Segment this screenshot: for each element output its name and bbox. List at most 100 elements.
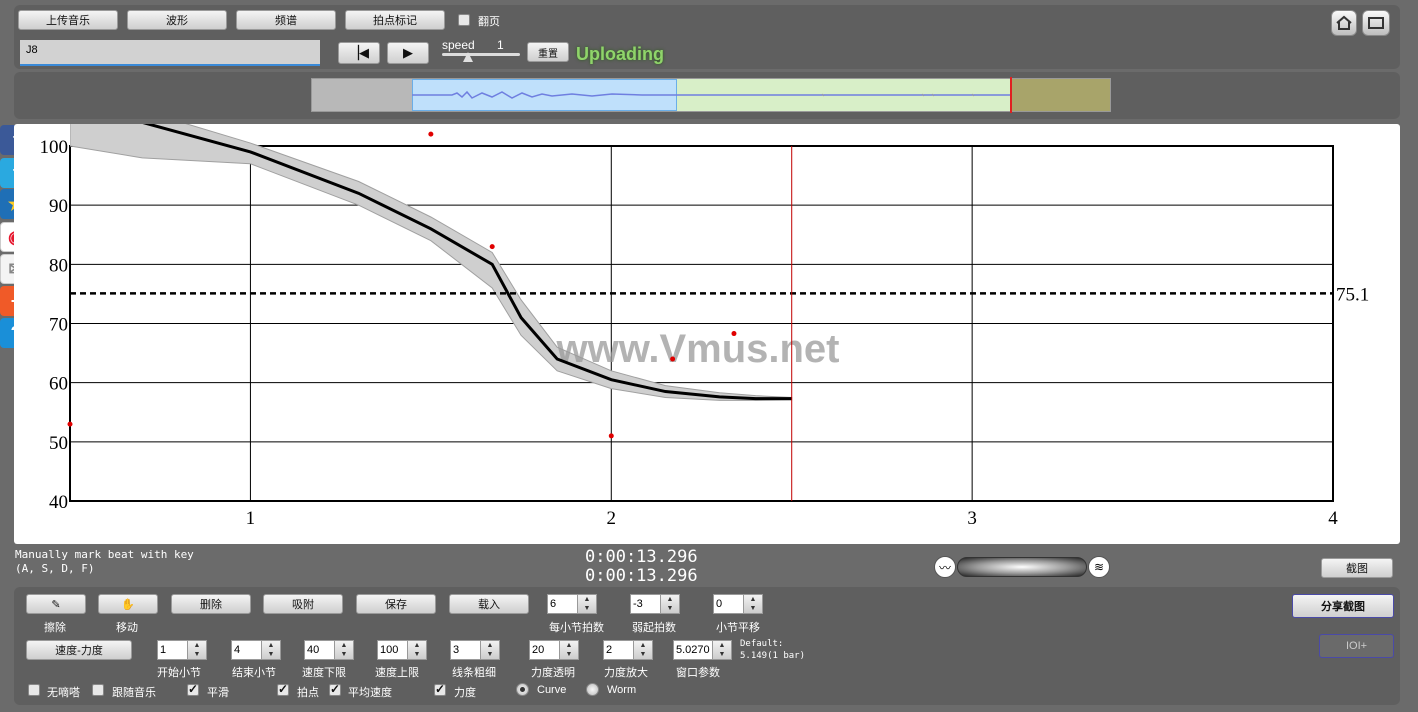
default-line-1: Default:: [740, 639, 784, 649]
home-icon: [1336, 15, 1352, 30]
stepper-down-icon[interactable]: ▼: [584, 605, 591, 612]
stepper-down-icon[interactable]: ▼: [667, 605, 674, 612]
stepper-up-icon[interactable]: ▲: [667, 596, 674, 603]
x-tick-label: 1: [246, 508, 256, 529]
page-turn-label: 翻页: [478, 16, 500, 28]
waveform-zoom-in-icon[interactable]: ≋: [1088, 556, 1110, 578]
dynamics-label: 力度: [454, 687, 476, 699]
upload-music-button[interactable]: 上传音乐: [18, 10, 118, 30]
play-icon: ▶: [403, 45, 413, 60]
stepper-up-icon[interactable]: ▲: [750, 596, 757, 603]
fullscreen-button[interactable]: [1362, 10, 1390, 36]
curve-label: Curve: [537, 684, 567, 696]
tempo-max-value[interactable]: 100: [377, 640, 408, 660]
stepper-down-icon[interactable]: ▼: [268, 651, 275, 658]
dyn-transparency-stepper[interactable]: 20 ▲ ▼: [529, 640, 579, 660]
tempo-chart[interactable]: 40 50 60 70 80 90 100 1 2 3 4 www.Vmus.net 75.1: [14, 124, 1400, 544]
watermark: www.Vmus.net: [555, 327, 839, 371]
worm-radio[interactable]: [586, 683, 599, 696]
delete-button[interactable]: 删除: [171, 594, 251, 614]
tempo-min-value[interactable]: 40: [304, 640, 335, 660]
start-bar-stepper[interactable]: 1 ▲ ▼: [157, 640, 207, 660]
stepper-up-icon[interactable]: ▲: [414, 642, 421, 649]
stepper-up-icon[interactable]: ▲: [487, 642, 494, 649]
end-bar-stepper[interactable]: 4 ▲ ▼: [231, 640, 281, 660]
speed-slider-thumb[interactable]: [463, 52, 473, 62]
stepper-down-icon[interactable]: ▼: [194, 651, 201, 658]
line-width-stepper[interactable]: 3 ▲ ▼: [450, 640, 500, 660]
pickup-stepper[interactable]: -3 ▲ ▼: [630, 594, 680, 614]
spectrum-button[interactable]: 频谱: [236, 10, 336, 30]
load-button[interactable]: 载入: [449, 594, 529, 614]
stepper-down-icon[interactable]: ▼: [566, 651, 573, 658]
speed-slider[interactable]: [442, 53, 520, 56]
bar-offset-stepper[interactable]: 0 ▲ ▼: [713, 594, 763, 614]
waveform-button[interactable]: 波形: [127, 10, 227, 30]
stepper-down-icon[interactable]: ▼: [414, 651, 421, 658]
ioi-button[interactable]: IOI+: [1319, 634, 1394, 658]
pickup-value[interactable]: -3: [630, 594, 661, 614]
waveform-zoom-out-icon[interactable]: 〰: [934, 556, 956, 578]
waveform-overview[interactable]: [311, 77, 1111, 113]
curve-radio[interactable]: [516, 683, 529, 696]
x-tick-label: 4: [1328, 508, 1338, 529]
stepper-down-icon[interactable]: ▼: [750, 605, 757, 612]
beat-mark-button[interactable]: 拍点标记: [345, 10, 445, 30]
volume-slider[interactable]: [957, 557, 1087, 577]
beat-point: [67, 421, 73, 427]
move-button[interactable]: ✋: [98, 594, 158, 614]
play-button[interactable]: ▶: [387, 42, 429, 64]
beats-per-bar-value[interactable]: 6: [547, 594, 578, 614]
follow-music-label: 跟随音乐: [112, 687, 156, 699]
y-tick-label: 60: [49, 374, 68, 395]
y-tick-label: 40: [49, 492, 68, 513]
default-line-2: 5.149(1 bar): [740, 651, 806, 661]
stepper-down-icon[interactable]: ▼: [487, 651, 494, 658]
stepper-up-icon[interactable]: ▲: [719, 642, 726, 649]
beats-checkbox[interactable]: [277, 682, 289, 696]
snap-button[interactable]: 吸附: [263, 594, 343, 614]
tempo-max-stepper[interactable]: 100 ▲ ▼: [377, 640, 427, 660]
dynamics-checkbox[interactable]: [434, 682, 446, 696]
page-turn-checkbox[interactable]: [458, 14, 470, 26]
follow-music-checkbox[interactable]: [92, 684, 104, 696]
filename-field[interactable]: J8: [20, 40, 320, 66]
stepper-down-icon[interactable]: ▼: [719, 651, 726, 658]
save-button[interactable]: 保存: [356, 594, 436, 614]
home-button[interactable]: [1331, 10, 1357, 36]
bar-offset-value[interactable]: 0: [713, 594, 744, 614]
window-param-value[interactable]: 5.0270: [673, 640, 713, 660]
avg-tempo-checkbox[interactable]: [329, 682, 341, 696]
stepper-up-icon[interactable]: ▲: [584, 596, 591, 603]
screenshot-button[interactable]: 截图: [1321, 558, 1393, 578]
stepper-down-icon[interactable]: ▼: [341, 651, 348, 658]
waveform-remaining-region: [1011, 79, 1110, 111]
dyn-scale-stepper[interactable]: 2 ▲ ▼: [603, 640, 653, 660]
waveform-cursor[interactable]: [1010, 77, 1012, 113]
stepper-up-icon[interactable]: ▲: [194, 642, 201, 649]
end-bar-value[interactable]: 4: [231, 640, 262, 660]
skip-back-button[interactable]: ▕◀: [338, 42, 380, 64]
erase-button[interactable]: ✎: [26, 594, 86, 614]
beats-label: 拍点: [297, 687, 319, 699]
stepper-up-icon[interactable]: ▲: [566, 642, 573, 649]
share-screenshot-button[interactable]: 分享截图: [1292, 594, 1394, 618]
stepper-up-icon[interactable]: ▲: [268, 642, 275, 649]
dyn-scale-value[interactable]: 2: [603, 640, 634, 660]
beats-per-bar-stepper[interactable]: 6 ▲ ▼: [547, 594, 597, 614]
avg-tempo-label: 平均速度: [348, 687, 392, 699]
stepper-down-icon[interactable]: ▼: [640, 651, 647, 658]
stepper-up-icon[interactable]: ▲: [640, 642, 647, 649]
no-beep-checkbox[interactable]: [28, 684, 40, 696]
y-tick-label: 80: [49, 255, 68, 276]
tempo-min-stepper[interactable]: 40 ▲ ▼: [304, 640, 354, 660]
start-bar-value[interactable]: 1: [157, 640, 188, 660]
reset-button[interactable]: 重置: [527, 42, 569, 62]
dyn-transparency-value[interactable]: 20: [529, 640, 560, 660]
line-width-value[interactable]: 3: [450, 640, 481, 660]
smooth-checkbox[interactable]: [187, 682, 199, 696]
tempo-dynamics-button[interactable]: 速度-力度: [26, 640, 132, 660]
x-tick-label: 3: [967, 508, 977, 529]
window-param-stepper[interactable]: 5.0270 ▲ ▼: [673, 640, 732, 660]
stepper-up-icon[interactable]: ▲: [341, 642, 348, 649]
